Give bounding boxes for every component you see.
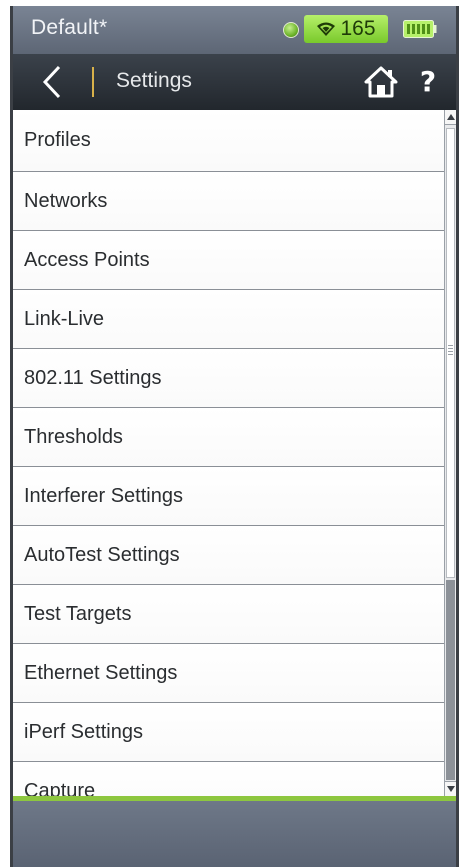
scroll-down-button[interactable] bbox=[445, 781, 456, 796]
menu-item-ethernet-settings[interactable]: Ethernet Settings bbox=[13, 644, 444, 703]
menu-item-networks[interactable]: Networks bbox=[13, 172, 444, 231]
menu-item-test-targets[interactable]: Test Targets bbox=[13, 585, 444, 644]
settings-menu-list: Profiles Networks Access Points Link-Liv… bbox=[13, 110, 444, 796]
bottom-bar bbox=[13, 801, 456, 867]
menu-item-autotest-settings[interactable]: AutoTest Settings bbox=[13, 526, 444, 585]
scroll-grip-icon bbox=[448, 345, 453, 357]
help-icon[interactable]: ? bbox=[413, 62, 443, 102]
wifi-signal-badge[interactable]: 165 bbox=[304, 15, 388, 43]
battery-icon bbox=[403, 20, 437, 38]
menu-item-interferer-settings[interactable]: Interferer Settings bbox=[13, 467, 444, 526]
page-title: Settings bbox=[116, 69, 192, 92]
back-button[interactable] bbox=[27, 60, 77, 104]
scroll-up-button[interactable] bbox=[445, 110, 456, 125]
home-button[interactable] bbox=[361, 62, 401, 102]
menu-item-80211-settings[interactable]: 802.11 Settings bbox=[13, 349, 444, 408]
profile-name[interactable]: Default* bbox=[31, 16, 107, 40]
menu-item-access-points[interactable]: Access Points bbox=[13, 231, 444, 290]
scroll-down-arrow-icon bbox=[446, 786, 455, 792]
menu-item-capture[interactable]: Capture bbox=[13, 762, 444, 796]
status-bar: Default* 165 bbox=[13, 6, 456, 54]
nav-divider bbox=[92, 67, 94, 97]
home-icon bbox=[364, 66, 398, 98]
menu-item-link-live[interactable]: Link-Live bbox=[13, 290, 444, 349]
scrollbar[interactable] bbox=[444, 110, 456, 796]
signal-value: 165 bbox=[340, 17, 376, 40]
scroll-up-arrow-icon bbox=[446, 114, 455, 120]
scroll-thumb[interactable] bbox=[446, 128, 455, 578]
menu-item-iperf-settings[interactable]: iPerf Settings bbox=[13, 703, 444, 762]
menu-item-profiles[interactable]: Profiles bbox=[13, 110, 444, 172]
back-chevron-icon bbox=[42, 65, 61, 99]
globe-icon bbox=[283, 22, 299, 38]
wifi-icon bbox=[317, 22, 336, 36]
menu-item-thresholds[interactable]: Thresholds bbox=[13, 408, 444, 467]
scroll-track[interactable] bbox=[446, 580, 455, 780]
nav-bar: Settings ? bbox=[13, 54, 456, 110]
device-screen: Default* 165 Settings ? Profiles Network… bbox=[10, 6, 459, 867]
